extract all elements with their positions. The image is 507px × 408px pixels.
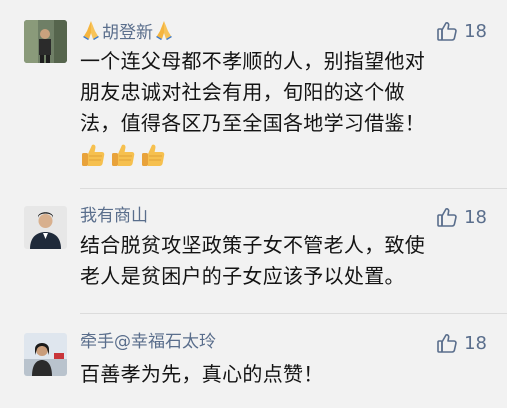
comment-line: 朋友忠诚对社会有用，旬阳的这个做: [80, 80, 405, 104]
divider: [80, 313, 507, 314]
thumbs-up-outline-icon: [436, 20, 458, 42]
comment-line: 法，值得各区乃至全国各地学习借鉴！: [80, 111, 426, 135]
username-text: 胡登新: [102, 23, 153, 43]
thumbs-up-outline-icon: [436, 332, 458, 354]
like-count: 18: [464, 206, 487, 228]
comment-line: 结合脱贫攻坚政策子女不管老人，致使: [80, 233, 426, 257]
thumbs-up-icon: [80, 142, 106, 177]
avatar[interactable]: [24, 20, 67, 63]
username-text: 牵手@幸福石太玲: [80, 332, 216, 352]
praying-hands-icon: [153, 19, 175, 47]
thumbs-up-icon: [110, 142, 136, 177]
like-button[interactable]: 18: [436, 205, 487, 229]
username[interactable]: 我有商山: [80, 205, 148, 227]
comment-text: 一个连父母都不孝顺的人，别指望他对 朋友忠诚对社会有用，旬阳的这个做 法，值得各…: [80, 46, 480, 177]
thumbs-up-icon: [140, 142, 166, 177]
divider: [80, 188, 507, 189]
comment-line: 一个连父母都不孝顺的人，别指望他对: [80, 49, 426, 73]
username[interactable]: 胡登新: [80, 19, 175, 47]
avatar[interactable]: [24, 333, 67, 376]
username[interactable]: 牵手@幸福石太玲: [80, 331, 216, 353]
like-count: 18: [464, 20, 487, 42]
comment-text: 结合脱贫攻坚政策子女不管老人，致使 老人是贫困户的子女应该予以处置。: [80, 230, 480, 292]
comment-line: 老人是贫困户的子女应该予以处置。: [80, 264, 405, 288]
username-text: 我有商山: [80, 206, 148, 226]
thumbs-up-emoji-row: [80, 142, 480, 177]
comment-text: 百善孝为先，真心的点赞！: [80, 359, 480, 390]
like-button[interactable]: 18: [436, 19, 487, 43]
like-count: 18: [464, 332, 487, 354]
praying-hands-icon: [80, 19, 102, 47]
comment-line: 百善孝为先，真心的点赞！: [80, 362, 324, 386]
thumbs-up-outline-icon: [436, 206, 458, 228]
avatar[interactable]: [24, 206, 67, 249]
like-button[interactable]: 18: [436, 331, 487, 355]
